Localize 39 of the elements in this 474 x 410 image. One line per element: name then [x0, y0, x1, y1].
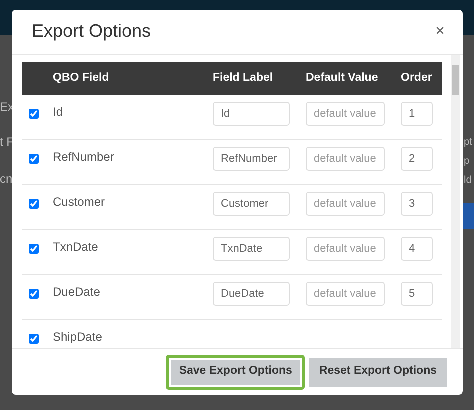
- field-name: Customer: [53, 195, 106, 211]
- row-checkbox[interactable]: [29, 154, 39, 164]
- default-value-input[interactable]: default value: [306, 192, 385, 216]
- background-text: cn: [0, 171, 13, 188]
- default-value-input[interactable]: default value: [306, 102, 385, 126]
- column-header: Default Value: [306, 70, 380, 86]
- order-input[interactable]: 3: [401, 192, 433, 216]
- field-name: RefNumber: [53, 150, 116, 166]
- row-checkbox[interactable]: [29, 244, 39, 254]
- order-input[interactable]: 1: [401, 102, 433, 126]
- close-button[interactable]: ×: [436, 24, 445, 40]
- row-checkbox[interactable]: [29, 109, 39, 119]
- background-text: pt: [464, 136, 472, 150]
- field-name: Id: [53, 105, 64, 121]
- default-value-input[interactable]: default value: [306, 282, 385, 306]
- column-header: QBO Field: [53, 70, 110, 86]
- field-label-input[interactable]: DueDate: [213, 282, 290, 306]
- row-checkbox[interactable]: [29, 289, 39, 299]
- order-input[interactable]: 5: [401, 282, 433, 306]
- default-value-input[interactable]: default value: [306, 147, 385, 171]
- field-label-input[interactable]: RefNumber: [213, 147, 290, 171]
- background-text: ld: [464, 174, 472, 188]
- field-name: TxnDate: [53, 240, 100, 256]
- field-label-input[interactable]: TxnDate: [213, 237, 290, 261]
- dialog-title: Export Options: [32, 21, 152, 43]
- default-value-input[interactable]: default value: [306, 237, 385, 261]
- background-text: p: [464, 155, 470, 169]
- scrollbar[interactable]: [451, 55, 460, 348]
- column-header: Field Label: [213, 70, 274, 86]
- export-button[interactable]: Save Export Options: [166, 354, 306, 390]
- field-name: ShipDate: [53, 330, 104, 346]
- order-input[interactable]: 4: [401, 237, 433, 261]
- row-checkbox[interactable]: [29, 334, 39, 344]
- row-checkbox[interactable]: [29, 199, 39, 209]
- column-header: Order: [401, 70, 434, 86]
- field-label-input[interactable]: Id: [213, 102, 290, 126]
- field-name: DueDate: [53, 285, 102, 301]
- field-label-input[interactable]: Customer: [213, 192, 290, 216]
- order-input[interactable]: 2: [401, 147, 433, 171]
